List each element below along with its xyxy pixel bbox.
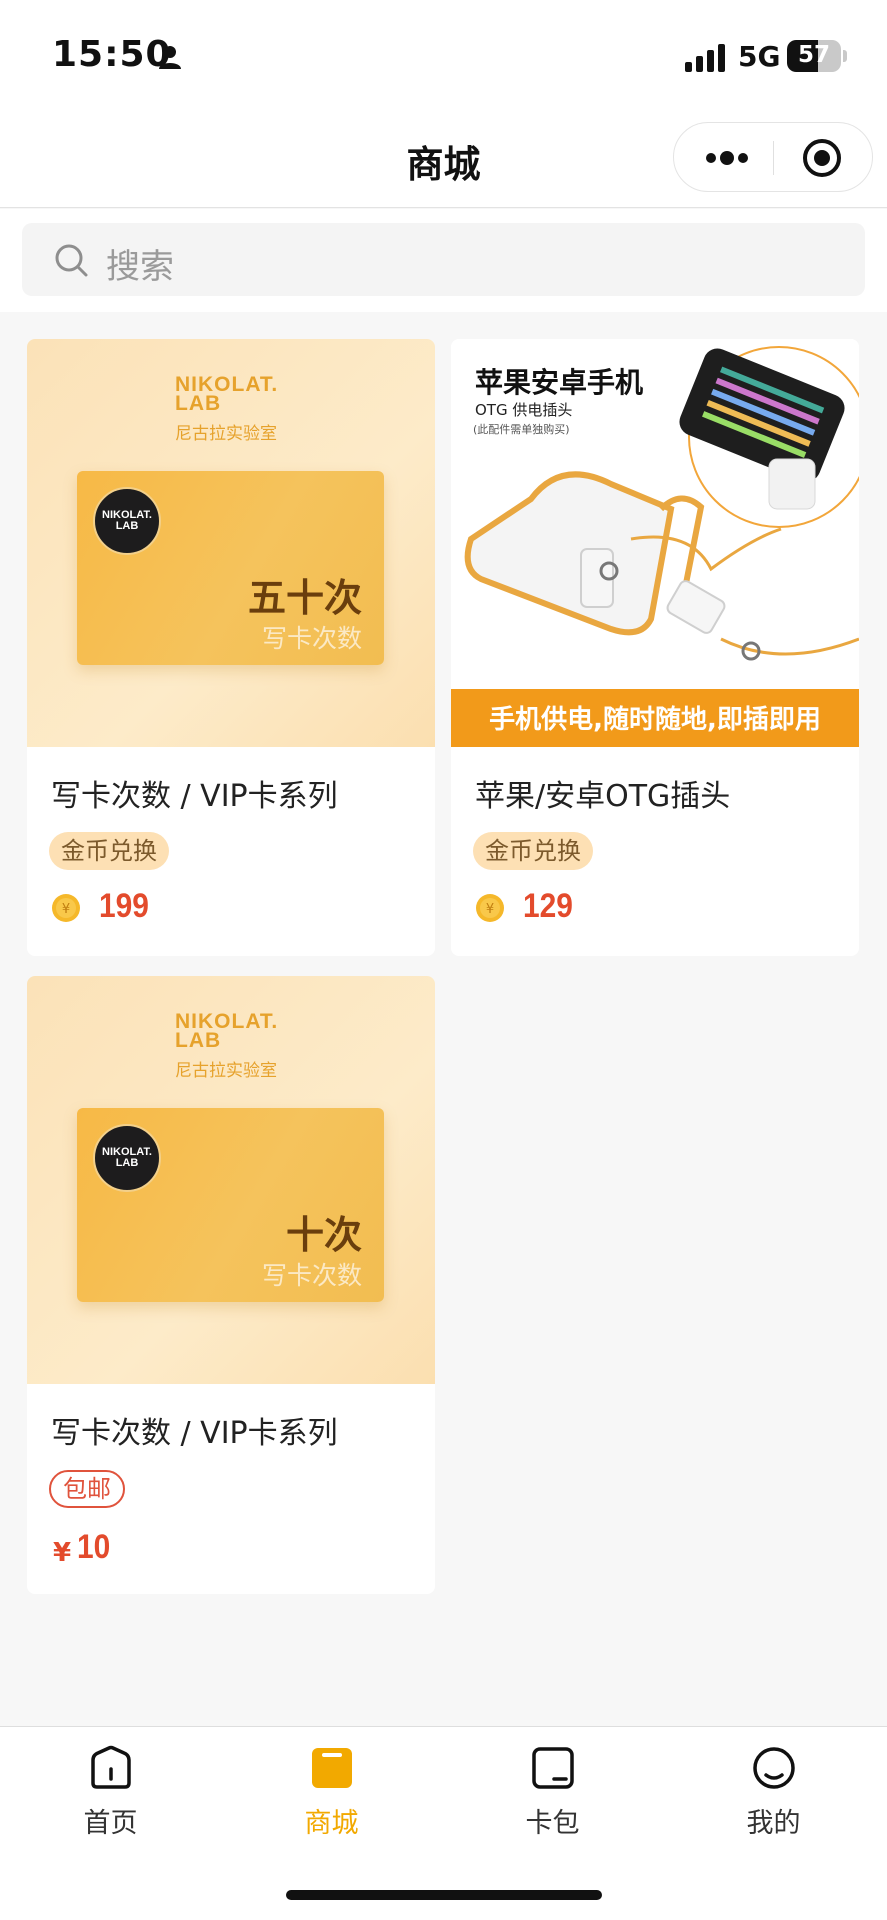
person-icon: [159, 46, 181, 69]
product-price: 10: [77, 1528, 111, 1566]
tab-home[interactable]: 首页: [0, 1727, 221, 1857]
brand-logo-text: NIKOLAT. LAB: [175, 1010, 279, 1052]
search-placeholder: 搜索: [106, 247, 174, 287]
battery-tip: [843, 50, 847, 62]
product-card[interactable]: NIKOLAT. LAB 尼古拉实验室 NIKOLAT. LAB 十次 写卡次数…: [27, 976, 435, 1594]
price-row: ¥ 10: [51, 1528, 351, 1572]
vip-count: 五十次: [247, 576, 362, 620]
product-title: 苹果/安卓OTG插头: [475, 779, 731, 814]
price-row: ¥ 199: [51, 887, 351, 931]
profile-icon: [753, 1747, 795, 1789]
search-icon: [55, 244, 88, 277]
free-shipping-tag: 包邮: [49, 1470, 125, 1508]
otg-banner-text: 手机供电,随时随地,即插即用: [489, 705, 821, 735]
vip-logo-badge: NIKOLAT. LAB: [93, 1124, 161, 1192]
brand-cn-name: 尼古拉实验室: [175, 424, 277, 444]
search-area: 搜索: [0, 209, 887, 312]
battery-icon: 57: [787, 40, 841, 72]
shop-icon: [312, 1748, 352, 1788]
product-image: 苹果安卓手机 OTG 供电插头 (此配件需单独购买) 手机供电,随时随地,即插即…: [451, 339, 859, 747]
product-card[interactable]: 苹果安卓手机 OTG 供电插头 (此配件需单独购买) 手机供电,随时随地,即插即…: [451, 339, 859, 956]
nav-bar: 商城: [0, 110, 887, 208]
vip-count-label: 写卡次数: [261, 1261, 362, 1290]
vip-logo-text: NIKOLAT. LAB: [102, 1146, 152, 1169]
brand-cn-name: 尼古拉实验室: [175, 1061, 277, 1081]
close-target-icon[interactable]: [801, 137, 843, 179]
tab-card-wallet[interactable]: 卡包: [442, 1727, 663, 1857]
otg-headline: 苹果安卓手机: [475, 366, 644, 399]
otg-subhead: OTG 供电插头: [475, 401, 573, 419]
vip-card: NIKOLAT. LAB 五十次 写卡次数: [77, 471, 384, 665]
otg-note: (此配件需单独购买): [473, 423, 570, 436]
product-title: 写卡次数 / VIP卡系列: [51, 1416, 338, 1451]
tab-label: 首页: [83, 1808, 138, 1839]
otg-banner: 手机供电,随时随地,即插即用: [451, 689, 859, 747]
status-bar: 15:50 5G 57: [0, 0, 887, 110]
price-row: ¥ 129: [475, 887, 775, 931]
coin-icon: ¥: [52, 894, 80, 922]
tab-label: 商城: [304, 1808, 359, 1839]
tab-profile[interactable]: 我的: [663, 1727, 884, 1857]
home-icon: [91, 1745, 131, 1789]
product-card[interactable]: NIKOLAT. LAB 尼古拉实验室 NIKOLAT. LAB 五十次 写卡次…: [27, 339, 435, 956]
product-title: 写卡次数 / VIP卡系列: [51, 779, 338, 814]
tab-label: 我的: [746, 1808, 801, 1839]
currency-symbol: ¥: [53, 1538, 72, 1568]
vip-logo-text: NIKOLAT. LAB: [102, 509, 152, 532]
brand-logo-text: NIKOLAT. LAB: [175, 373, 279, 415]
battery-level: 57: [797, 42, 830, 68]
product-image: NIKOLAT. LAB 尼古拉实验室 NIKOLAT. LAB 十次 写卡次数: [27, 976, 435, 1384]
product-image: NIKOLAT. LAB 尼古拉实验室 NIKOLAT. LAB 五十次 写卡次…: [27, 339, 435, 747]
network-type: 5G: [738, 40, 781, 73]
svg-text:¥: ¥: [486, 902, 494, 917]
svg-text:¥: ¥: [62, 902, 70, 917]
card-wallet-icon: [532, 1747, 574, 1789]
mini-program-capsule: [673, 122, 873, 192]
coin-exchange-tag: 金币兑换: [473, 832, 593, 870]
tab-label: 卡包: [525, 1808, 580, 1839]
vip-count: 十次: [285, 1213, 362, 1257]
vip-count-label: 写卡次数: [261, 624, 362, 653]
coin-exchange-tag: 金币兑换: [49, 832, 169, 870]
status-time: 15:50: [52, 34, 172, 75]
product-price: 199: [99, 887, 149, 925]
vip-card: NIKOLAT. LAB 十次 写卡次数: [77, 1108, 384, 1302]
more-icon[interactable]: [704, 145, 750, 171]
signal-icon: [685, 44, 725, 72]
capsule-divider: [773, 141, 774, 175]
search-input[interactable]: 搜索: [22, 223, 865, 296]
product-price: 129: [523, 887, 573, 925]
home-indicator: [286, 1890, 602, 1900]
coin-icon: ¥: [476, 894, 504, 922]
vip-logo-badge: NIKOLAT. LAB: [93, 487, 161, 555]
tab-shop[interactable]: 商城: [221, 1727, 442, 1857]
